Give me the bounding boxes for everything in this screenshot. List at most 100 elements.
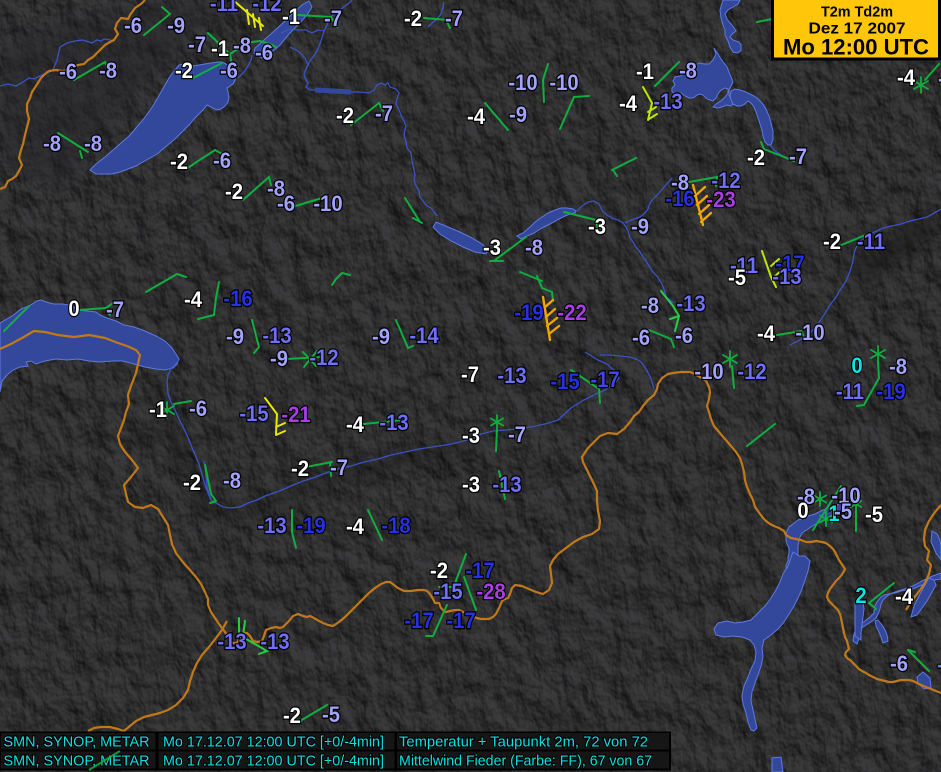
svg-text:-16: -16 bbox=[223, 286, 252, 311]
svg-text:-8: -8 bbox=[525, 235, 543, 260]
svg-text:-6: -6 bbox=[189, 396, 207, 421]
svg-text:-3: -3 bbox=[462, 423, 480, 448]
svg-text:-5: -5 bbox=[728, 265, 746, 290]
svg-text:-4: -4 bbox=[897, 65, 915, 90]
svg-text:-9: -9 bbox=[167, 13, 185, 38]
svg-text:-9: -9 bbox=[270, 346, 288, 371]
svg-text:-2: -2 bbox=[170, 149, 188, 174]
svg-text:0: 0 bbox=[68, 296, 79, 321]
svg-text:-2: -2 bbox=[404, 6, 422, 31]
svg-text:Mittelwind Fieder (Farbe: FF),: Mittelwind Fieder (Farbe: FF), 67 von 67 bbox=[399, 753, 652, 770]
svg-text:-19: -19 bbox=[514, 300, 543, 325]
svg-text:-1: -1 bbox=[282, 4, 300, 29]
svg-text:-9: -9 bbox=[372, 324, 390, 349]
svg-text:-5: -5 bbox=[322, 702, 340, 727]
svg-text:-4: -4 bbox=[895, 584, 913, 609]
svg-text:-6: -6 bbox=[632, 325, 650, 350]
svg-text:SMN, SYNOP, METAR: SMN, SYNOP, METAR bbox=[4, 734, 150, 751]
svg-text:-11: -11 bbox=[857, 229, 885, 254]
svg-text:-8: -8 bbox=[679, 58, 697, 83]
svg-text:-19: -19 bbox=[876, 379, 905, 404]
svg-text:-8: -8 bbox=[641, 293, 659, 318]
svg-text:-10: -10 bbox=[694, 359, 723, 384]
svg-text:-16: -16 bbox=[665, 186, 694, 211]
svg-text:-13: -13 bbox=[260, 629, 289, 654]
svg-text:-11: -11 bbox=[210, 0, 238, 16]
svg-text:Temperatur + Taupunkt 2m, 72 v: Temperatur + Taupunkt 2m, 72 von 72 bbox=[399, 734, 648, 751]
svg-text:Mo 12:00 UTC: Mo 12:00 UTC bbox=[783, 35, 929, 60]
svg-text:-10: -10 bbox=[508, 70, 537, 95]
svg-text:-7: -7 bbox=[106, 297, 124, 322]
svg-text:-8: -8 bbox=[223, 468, 241, 493]
svg-text:-2: -2 bbox=[183, 470, 201, 495]
svg-text:-7: -7 bbox=[324, 6, 342, 31]
svg-text:-2: -2 bbox=[747, 145, 765, 170]
svg-text:-4: -4 bbox=[467, 104, 485, 129]
svg-text:-2: -2 bbox=[823, 229, 841, 254]
svg-text:-8: -8 bbox=[84, 131, 102, 156]
svg-text:-4: -4 bbox=[757, 321, 775, 346]
svg-text:-6: -6 bbox=[890, 651, 908, 676]
svg-text:-8: -8 bbox=[99, 58, 117, 83]
svg-text:-15: -15 bbox=[433, 579, 462, 604]
svg-text:-13: -13 bbox=[492, 472, 521, 497]
svg-text:-18: -18 bbox=[381, 513, 410, 538]
svg-text:-12: -12 bbox=[737, 359, 766, 384]
svg-text:-2: -2 bbox=[175, 58, 193, 83]
svg-text:Mo 17.12.07 12:00 UTC [+0/-4mi: Mo 17.12.07 12:00 UTC [+0/-4min] bbox=[163, 753, 384, 770]
svg-text:-4: -4 bbox=[346, 514, 364, 539]
svg-text:-19: -19 bbox=[296, 513, 325, 538]
svg-text:-6: -6 bbox=[220, 58, 238, 83]
svg-text:-13: -13 bbox=[257, 513, 286, 538]
svg-text:-6: -6 bbox=[675, 323, 693, 348]
svg-text:-4: -4 bbox=[184, 287, 202, 312]
svg-text:-21: -21 bbox=[281, 402, 310, 427]
svg-text:-17: -17 bbox=[446, 608, 475, 633]
svg-text:-8: -8 bbox=[889, 354, 907, 379]
svg-text:0: 0 bbox=[851, 353, 862, 378]
svg-text:-1: -1 bbox=[149, 397, 167, 422]
svg-text:-2: -2 bbox=[283, 703, 301, 728]
svg-text:-13: -13 bbox=[379, 410, 408, 435]
svg-text:-10: -10 bbox=[549, 70, 578, 95]
svg-text:-2: -2 bbox=[291, 456, 309, 481]
svg-text:-7: -7 bbox=[508, 422, 526, 447]
svg-text:-22: -22 bbox=[557, 300, 586, 325]
svg-text:-10: -10 bbox=[795, 320, 824, 345]
svg-text:-3: -3 bbox=[462, 472, 480, 497]
svg-text:-5: -5 bbox=[865, 502, 883, 527]
svg-text:-13: -13 bbox=[497, 363, 526, 388]
svg-text:-4: -4 bbox=[619, 91, 637, 116]
svg-text:-6: -6 bbox=[124, 13, 142, 38]
svg-text:-10: -10 bbox=[313, 191, 342, 216]
svg-text:-2: -2 bbox=[336, 103, 354, 128]
svg-text:-17: -17 bbox=[404, 608, 433, 633]
svg-text:-3: -3 bbox=[588, 214, 606, 239]
svg-text:-7: -7 bbox=[188, 32, 206, 57]
svg-text:-17: -17 bbox=[590, 367, 619, 392]
svg-text:-8: -8 bbox=[43, 131, 61, 156]
svg-text:-23: -23 bbox=[706, 187, 735, 212]
svg-text:-15: -15 bbox=[550, 369, 579, 394]
svg-text:-3: -3 bbox=[483, 235, 501, 260]
svg-text:-14: -14 bbox=[409, 323, 438, 348]
svg-text:-2: -2 bbox=[225, 179, 243, 204]
svg-text:-9: -9 bbox=[631, 214, 649, 239]
svg-text:-13: -13 bbox=[772, 264, 801, 289]
svg-text:-7: -7 bbox=[461, 362, 479, 387]
svg-text:-7: -7 bbox=[445, 6, 463, 31]
svg-text:-1: -1 bbox=[636, 59, 654, 84]
svg-text:-28: -28 bbox=[476, 579, 505, 604]
svg-text:-13: -13 bbox=[653, 89, 682, 114]
svg-text:-13: -13 bbox=[676, 291, 705, 316]
svg-text:-4: -4 bbox=[346, 412, 364, 437]
svg-text:2: 2 bbox=[855, 583, 866, 608]
svg-text:-9: -9 bbox=[937, 652, 941, 677]
svg-text:-7: -7 bbox=[330, 455, 348, 480]
svg-text:-13: -13 bbox=[262, 323, 291, 348]
svg-text:-9: -9 bbox=[509, 102, 527, 127]
svg-text:-15: -15 bbox=[239, 401, 268, 426]
svg-text:SMN, SYNOP, METAR: SMN, SYNOP, METAR bbox=[4, 753, 150, 770]
svg-text:-6: -6 bbox=[213, 148, 231, 173]
svg-text:-8: -8 bbox=[233, 33, 251, 58]
